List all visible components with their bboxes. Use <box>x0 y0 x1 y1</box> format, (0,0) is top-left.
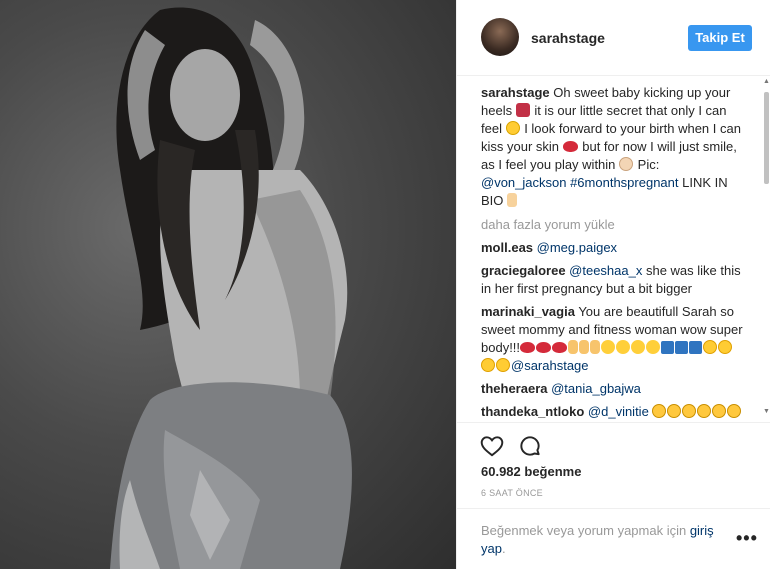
follow-button[interactable]: Takip Et <box>688 25 752 51</box>
angry-emoji-icon <box>667 404 682 418</box>
comment-username[interactable]: graciegaloree <box>481 263 566 278</box>
grin-emoji-icon <box>646 340 661 354</box>
like-count[interactable]: 60.982 beğenme <box>481 464 581 479</box>
heart-eyes-emoji-icon <box>496 358 510 372</box>
comment: graciegaloree @teeshaa_x she was like th… <box>481 263 741 296</box>
smile-emoji-icon <box>505 121 520 135</box>
heart-emoji-icon <box>515 103 530 117</box>
top-badge-emoji-icon <box>675 341 689 354</box>
comment-mention[interactable]: @d_vinitie <box>584 404 649 419</box>
kiss-lips-emoji-icon <box>562 141 578 152</box>
comment-mention[interactable]: @tania_gbajwa <box>547 381 641 396</box>
comment: moll.eas @meg.paigex <box>481 239 743 257</box>
caption-mention[interactable]: @von_jackson <box>481 175 566 190</box>
comment: theheraera @tania_gbajwa <box>481 380 743 398</box>
scroll-thumb[interactable] <box>764 92 769 184</box>
angry-emoji-icon <box>652 404 667 418</box>
top-badge-emoji-icon <box>661 341 675 354</box>
comments-scrollbar[interactable]: ▲ ▼ <box>762 78 770 420</box>
caption: sarahstage Oh sweet baby kicking up your… <box>481 85 741 208</box>
more-options-icon[interactable]: ••• <box>736 529 758 547</box>
ok-hand-emoji-icon <box>579 340 590 354</box>
comment-mention[interactable]: @sarahstage <box>511 358 589 373</box>
kiss-lips-emoji-icon <box>536 342 552 353</box>
caption-username[interactable]: sarahstage <box>481 85 550 100</box>
comment-mention[interactable]: @teeshaa_x <box>566 263 642 278</box>
pointing-hand-emoji-icon <box>507 193 518 207</box>
kiss-lips-emoji-icon <box>552 342 568 353</box>
scroll-down-icon[interactable]: ▼ <box>763 408 770 415</box>
load-more-comments[interactable]: daha fazla yorum yükle <box>481 216 743 234</box>
comment-icon[interactable] <box>517 433 543 459</box>
header-username[interactable]: sarahstage <box>531 30 605 46</box>
heart-icon[interactable] <box>479 433 505 459</box>
comment-username[interactable]: thandeka_ntloko <box>481 404 584 419</box>
caption-hashtag[interactable]: #6monthspregnant <box>566 175 678 190</box>
comment-mention[interactable]: @meg.paigex <box>533 240 617 255</box>
comment: thandeka_ntloko @d_vinitie <box>481 403 743 421</box>
post-sidebar: sarahstage Takip Et sarahstage Oh sweet … <box>456 0 770 569</box>
angry-emoji-icon <box>682 404 697 418</box>
ok-hand-emoji-icon <box>590 340 601 354</box>
post-header: sarahstage Takip Et <box>457 0 770 76</box>
heart-eyes-emoji-icon <box>703 340 718 354</box>
avatar[interactable] <box>481 18 519 56</box>
comment: marinaki_vagia You are beautifull Sarah … <box>481 304 743 373</box>
grin-emoji-icon <box>601 340 616 354</box>
scroll-up-icon[interactable]: ▲ <box>763 78 770 85</box>
grin-emoji-icon <box>631 340 646 354</box>
angry-emoji-icon <box>712 404 727 418</box>
comment-username[interactable]: marinaki_vagia <box>481 304 575 319</box>
kiss-lips-emoji-icon <box>520 342 536 353</box>
angry-emoji-icon <box>727 404 742 418</box>
grin-emoji-icon <box>616 340 631 354</box>
post-photo[interactable] <box>0 0 456 569</box>
angry-emoji-icon <box>697 404 712 418</box>
heart-eyes-emoji-icon <box>481 358 495 372</box>
top-badge-emoji-icon <box>689 341 703 354</box>
post-footer: Beğenmek veya yorum yapmak için giriş ya… <box>457 508 770 569</box>
comments-list: sarahstage Oh sweet baby kicking up your… <box>481 84 743 422</box>
baby-emoji-icon <box>619 157 634 171</box>
post-timestamp[interactable]: 6 SAAT ÖNCE <box>481 488 543 498</box>
post-photo-art <box>110 7 352 569</box>
heart-eyes-emoji-icon <box>718 340 733 354</box>
login-prompt: Beğenmek veya yorum yapmak için giriş ya… <box>481 523 714 556</box>
ok-hand-emoji-icon <box>568 340 579 354</box>
comment-username[interactable]: theheraera <box>481 381 547 396</box>
comment-username[interactable]: moll.eas <box>481 240 533 255</box>
